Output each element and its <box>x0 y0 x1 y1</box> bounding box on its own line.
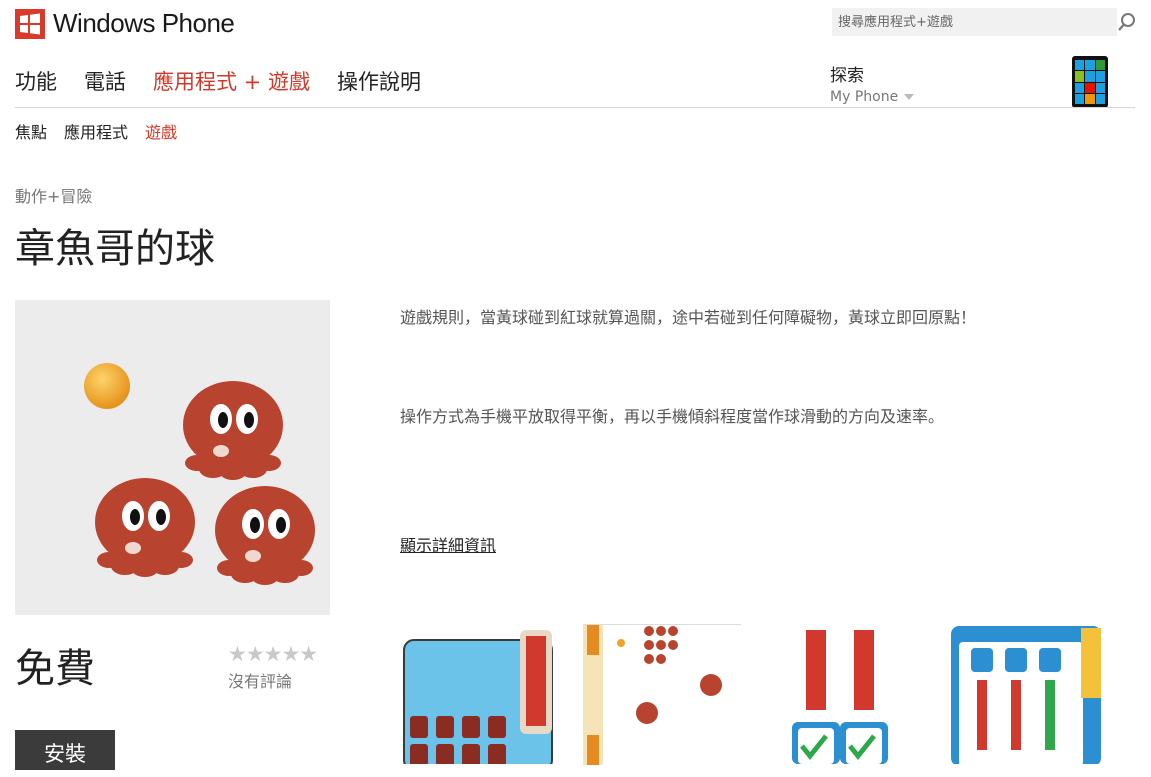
nav-help[interactable]: 操作說明 <box>337 66 421 96</box>
app-tile-image <box>15 300 330 615</box>
nav-features[interactable]: 功能 <box>15 66 57 96</box>
app-title: 章魚哥的球 <box>15 226 215 272</box>
sub-nav: 焦點 應用程式 遊戲 <box>15 119 177 143</box>
nav-divider <box>15 107 1135 108</box>
octopus-2 <box>95 478 195 577</box>
subnav-games[interactable]: 遊戲 <box>145 119 177 143</box>
my-phone-dropdown[interactable]: My Phone <box>830 89 915 105</box>
install-button[interactable]: 安裝 <box>15 730 115 770</box>
screenshot-1[interactable] <box>400 624 558 764</box>
brand-name: Windows Phone <box>53 8 235 38</box>
search-icon[interactable] <box>1117 12 1137 32</box>
octopus-1 <box>183 381 283 480</box>
chevron-down-icon <box>904 94 915 100</box>
subnav-highlights[interactable]: 焦點 <box>15 119 47 143</box>
app-price: 免費 <box>15 646 95 692</box>
explore-menu: 探索 My Phone <box>830 61 915 105</box>
screenshot-4[interactable] <box>949 624 1107 764</box>
windows-phone-logo[interactable]: Windows Phone <box>15 8 235 39</box>
my-phone-label: My Phone <box>830 89 899 105</box>
octopus-3 <box>215 486 315 585</box>
search-box <box>832 8 1117 36</box>
main-nav: 功能 電話 應用程式 + 遊戲 操作說明 <box>15 66 421 96</box>
windows-flag-icon <box>15 8 45 39</box>
description-paragraph: 操作方式為手機平放取得平衡，再以手機傾斜程度當作球滑動的方向及速率。 <box>400 407 945 426</box>
subnav-apps[interactable]: 應用程式 <box>64 119 128 143</box>
explore-label: 探索 <box>830 66 864 86</box>
review-count: 沒有評論 <box>228 672 293 691</box>
rating-stars: ★★★★★ <box>228 642 318 666</box>
nav-phones[interactable]: 電話 <box>84 66 126 96</box>
description-paragraph: 遊戲規則，當黃球碰到紅球就算過關，途中若碰到任何障礙物，黃球立即回原點！ <box>400 308 977 327</box>
screenshot-3[interactable] <box>766 624 924 764</box>
app-category[interactable]: 動作+冒險 <box>15 183 92 207</box>
phone-thumbnail-icon[interactable] <box>1072 56 1108 108</box>
screenshot-2[interactable] <box>583 624 741 765</box>
nav-apps-games[interactable]: 應用程式 + 遊戲 <box>153 66 310 96</box>
show-details-link[interactable]: 顯示詳細資訊 <box>400 532 496 556</box>
search-input[interactable] <box>832 8 1114 36</box>
yellow-ball <box>84 363 130 409</box>
